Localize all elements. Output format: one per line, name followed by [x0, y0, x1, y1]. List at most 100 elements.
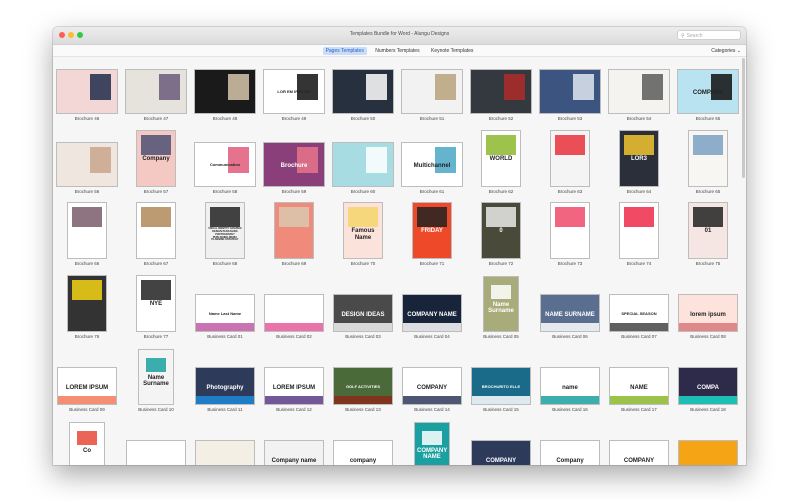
template-thumbnail[interactable]: COMPA	[678, 367, 738, 405]
template-item[interactable]: VISUAL IDENTITY GRAPHIC DESIGN PACKAGING…	[191, 202, 259, 266]
template-thumbnail[interactable]	[539, 69, 601, 114]
template-thumbnail[interactable]: COMPANY	[402, 367, 462, 405]
template-item[interactable]: FRIDAY Brochure 71	[398, 202, 466, 266]
template-item[interactable]: 0 Brochure 72	[467, 202, 535, 266]
template-item[interactable]: COMPANY	[605, 440, 673, 465]
template-thumbnail[interactable]	[136, 202, 176, 259]
template-thumbnail[interactable]: lorem ipsum	[678, 294, 738, 332]
template-thumbnail[interactable]: Brochure	[263, 142, 325, 187]
template-thumbnail[interactable]: LOREM IPSUM	[264, 367, 324, 405]
search-input[interactable]: ⚲ Search	[677, 30, 741, 40]
template-thumbnail[interactable]: COMPANY	[609, 440, 669, 465]
template-thumbnail[interactable]: LOR EM IPSU DO	[263, 69, 325, 114]
template-thumbnail[interactable]	[126, 440, 186, 465]
template-item[interactable]: 01 Brochure 75	[674, 202, 742, 266]
template-item[interactable]: Company name	[260, 440, 328, 465]
template-item[interactable]: Famous Name Brochure 70	[329, 202, 397, 266]
template-thumbnail[interactable]: Name Surname	[138, 349, 174, 405]
template-thumbnail[interactable]: NAME	[609, 367, 669, 405]
template-item[interactable]: lorem ipsum Business Card 08	[674, 294, 742, 339]
template-thumbnail[interactable]: COMPANY	[471, 440, 531, 465]
template-thumbnail[interactable]	[608, 69, 670, 114]
template-item[interactable]: Brochure Brochure 59	[260, 142, 328, 194]
template-thumbnail[interactable]: Photography	[195, 367, 255, 405]
template-thumbnail[interactable]	[194, 69, 256, 114]
template-thumbnail[interactable]: Company	[136, 130, 176, 187]
template-item[interactable]: DESIGN IDEAS Business Card 03	[329, 294, 397, 339]
template-item[interactable]: NAME SURNAME Business Card 06	[536, 294, 604, 339]
template-thumbnail[interactable]: LOREM IPSUM	[57, 367, 117, 405]
template-thumbnail[interactable]: Company name	[264, 440, 324, 465]
template-item[interactable]: Brochure 69	[260, 202, 328, 266]
template-item[interactable]: Brochure 73	[536, 202, 604, 266]
template-thumbnail[interactable]	[67, 202, 107, 259]
template-item[interactable]: Brochure 56	[53, 142, 121, 194]
template-item[interactable]: Brochure 63	[536, 130, 604, 194]
template-thumbnail[interactable]: BROCHURITO ELLE	[471, 367, 531, 405]
template-item[interactable]: Brochure 54	[605, 69, 673, 121]
template-thumbnail[interactable]: 0	[481, 202, 521, 259]
template-item[interactable]: Name Surname Business Card 05	[467, 276, 535, 339]
template-item[interactable]: Brochure 51	[398, 69, 466, 121]
template-thumbnail[interactable]: Communication	[194, 142, 256, 187]
template-thumbnail[interactable]: LOR3	[619, 130, 659, 187]
template-item[interactable]: company	[329, 440, 397, 465]
template-item[interactable]: NAME Business Card 17	[605, 367, 673, 412]
template-item[interactable]: Brochure 60	[329, 142, 397, 194]
template-thumbnail[interactable]	[67, 275, 107, 332]
template-item[interactable]: Brochure 53	[536, 69, 604, 121]
template-thumbnail[interactable]: COMPANY NAME	[414, 422, 450, 465]
template-item[interactable]: COMPANY NAME	[398, 422, 466, 465]
template-item[interactable]	[122, 440, 190, 465]
template-item[interactable]: WORLD Brochure 62	[467, 130, 535, 194]
template-thumbnail[interactable]: GOLF ACTIVITIES	[333, 367, 393, 405]
template-item[interactable]: Brochure 52	[467, 69, 535, 121]
template-thumbnail[interactable]: NAME SURNAME	[540, 294, 600, 332]
template-thumbnail[interactable]	[274, 202, 314, 259]
template-thumbnail[interactable]: Name Surname	[483, 276, 519, 332]
scrollbar[interactable]	[742, 58, 745, 178]
template-item[interactable]: Brochure 48	[191, 69, 259, 121]
template-item[interactable]: GOLF ACTIVITIES Business Card 13	[329, 367, 397, 412]
template-item[interactable]: COMPA Business Card 18	[674, 367, 742, 412]
template-item[interactable]: COMPANY Business Card 14	[398, 367, 466, 412]
template-thumbnail[interactable]	[332, 69, 394, 114]
categories-dropdown[interactable]: Categories ⌄	[711, 48, 741, 54]
template-thumbnail[interactable]	[56, 142, 118, 187]
template-item[interactable]: Name Surname Business Card 10	[122, 349, 190, 412]
template-item[interactable]: LOR3 Brochure 64	[605, 130, 673, 194]
template-thumbnail[interactable]: COMPANY	[677, 69, 739, 114]
template-thumbnail[interactable]	[688, 130, 728, 187]
template-item[interactable]: Brochure 67	[122, 202, 190, 266]
template-thumbnail[interactable]: WORLD	[481, 130, 521, 187]
template-item[interactable]	[674, 440, 742, 465]
template-thumbnail[interactable]	[56, 69, 118, 114]
template-item[interactable]: Brochure 47	[122, 69, 190, 121]
template-thumbnail[interactable]: SPECIAL SEASON	[609, 294, 669, 332]
template-thumbnail[interactable]: FRIDAY	[412, 202, 452, 259]
template-item[interactable]: COMPANY NAME Business Card 04	[398, 294, 466, 339]
template-item[interactable]: Multichannel Brochure 61	[398, 142, 466, 194]
template-item[interactable]: Communication Brochure 58	[191, 142, 259, 194]
template-thumbnail[interactable]: Famous Name	[343, 202, 383, 259]
template-thumbnail[interactable]	[401, 69, 463, 114]
template-item[interactable]: LOREM IPSUM Business Card 12	[260, 367, 328, 412]
template-item[interactable]: Business Card 02	[260, 294, 328, 339]
template-thumbnail[interactable]: Co	[69, 422, 105, 465]
template-item[interactable]: Photography Business Card 11	[191, 367, 259, 412]
template-thumbnail[interactable]: COMPANY NAME	[402, 294, 462, 332]
template-thumbnail[interactable]: Multichannel	[401, 142, 463, 187]
tab-pages-templates[interactable]: Pages Templates	[322, 47, 367, 55]
template-item[interactable]: COMPANY Brochure 55	[674, 69, 742, 121]
template-thumbnail[interactable]: NYE	[136, 275, 176, 332]
template-thumbnail[interactable]	[678, 440, 738, 465]
template-thumbnail[interactable]	[619, 202, 659, 259]
template-item[interactable]: Name Last Name Business Card 01	[191, 294, 259, 339]
template-thumbnail[interactable]	[332, 142, 394, 187]
template-thumbnail[interactable]	[470, 69, 532, 114]
tab-keynote-templates[interactable]: Keynote Templates	[428, 47, 476, 55]
template-thumbnail[interactable]: VISUAL IDENTITY GRAPHIC DESIGN PACKAGING…	[205, 202, 245, 259]
template-thumbnail[interactable]	[195, 440, 255, 465]
template-item[interactable]: Brochure 46	[53, 69, 121, 121]
template-item[interactable]: COMPANY	[467, 440, 535, 465]
